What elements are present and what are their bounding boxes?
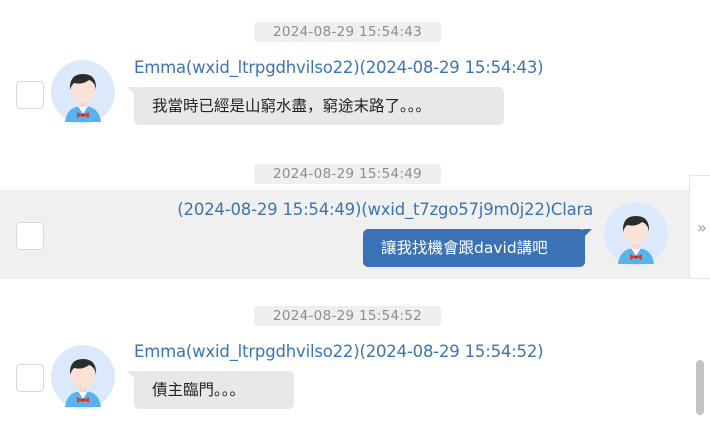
message-timestamp: 2024-08-29 15:54:43: [254, 22, 441, 42]
message-row-selected[interactable]: (2024-08-29 15:54:49)(wxid_t7zgo57j9m0j2…: [0, 190, 690, 279]
user-avatar-icon[interactable]: [604, 202, 668, 266]
message-bubble[interactable]: 我當時已經是山窮水盡，窮途末路了。。。: [127, 87, 504, 125]
sender-name[interactable]: Emma(wxid_ltrpgdhvilso22)(2024-08-29 15:…: [134, 341, 544, 363]
message-row[interactable]: Emma(wxid_ltrpgdhvilso22)(2024-08-29 15:…: [0, 45, 690, 140]
sender-name[interactable]: Emma(wxid_ltrpgdhvilso22)(2024-08-29 15:…: [134, 57, 544, 79]
message-list[interactable]: 2024-08-29 15:54:43 Emma(wxid_ltrpgdhvil…: [0, 0, 690, 435]
message-select-checkbox[interactable]: [16, 364, 44, 392]
message-select-checkbox[interactable]: [16, 81, 44, 109]
message-bubble[interactable]: 債主臨門。。。: [127, 371, 294, 409]
message-timestamp: 2024-08-29 15:54:52: [254, 306, 441, 326]
chat-window: 2024-08-29 15:54:43 Emma(wxid_ltrpgdhvil…: [0, 0, 710, 435]
message-bubble[interactable]: 讓我找機會跟david講吧: [363, 229, 592, 267]
message-select-checkbox[interactable]: [16, 222, 44, 250]
sender-name[interactable]: (2024-08-29 15:54:49)(wxid_t7zgo57j9m0j2…: [177, 199, 593, 221]
user-avatar-icon[interactable]: [51, 60, 115, 124]
scrollbar-thumb[interactable]: [696, 360, 704, 415]
double-chevron-right-icon: »: [697, 218, 707, 237]
user-avatar-icon[interactable]: [51, 345, 115, 409]
expand-side-panel-button[interactable]: »: [689, 175, 710, 279]
message-timestamp: 2024-08-29 15:54:49: [254, 164, 441, 184]
message-row[interactable]: Emma(wxid_ltrpgdhvilso22)(2024-08-29 15:…: [0, 330, 690, 430]
